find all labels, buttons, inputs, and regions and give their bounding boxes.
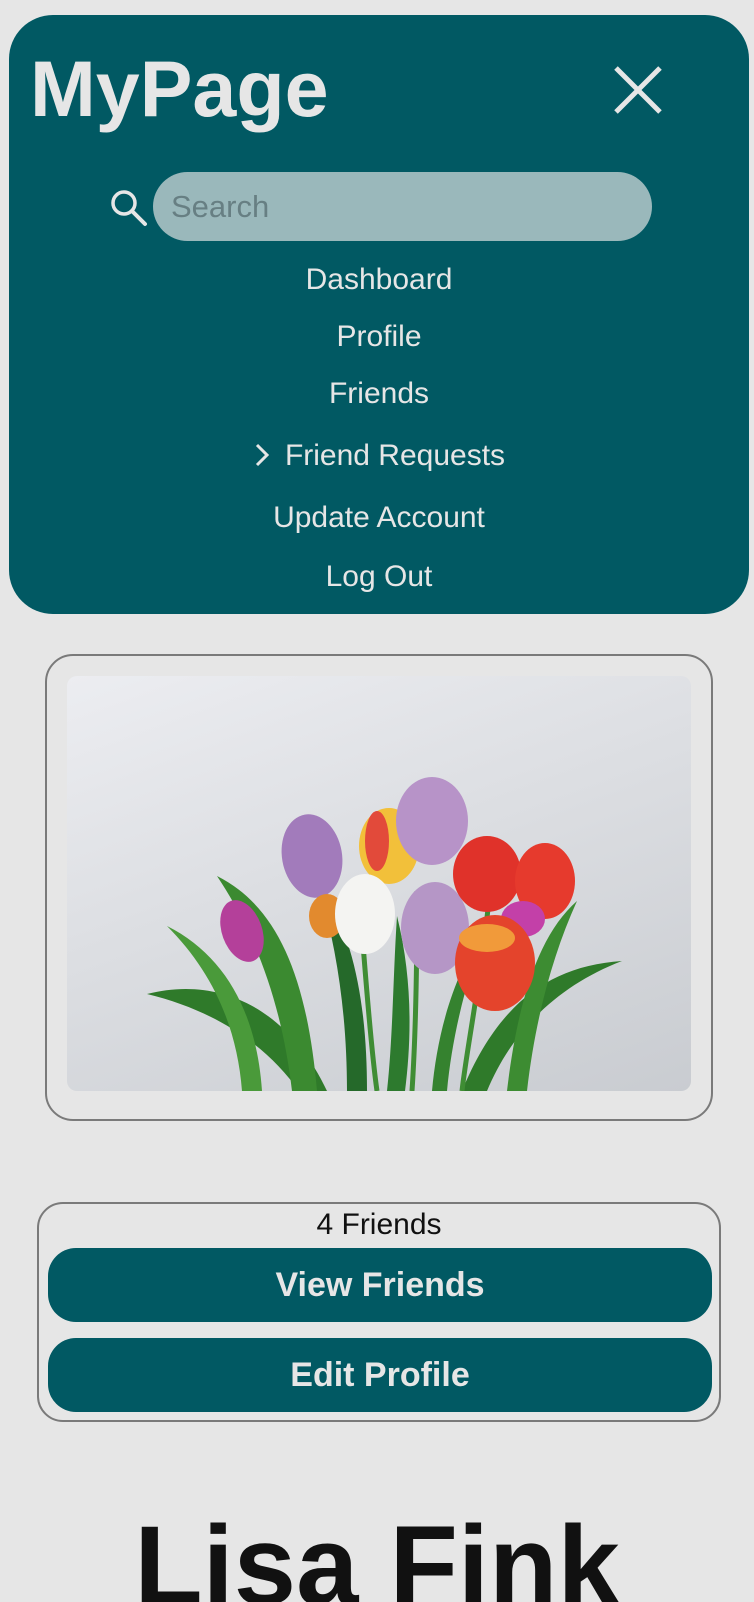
nav-item-friends[interactable]: Friends [9, 379, 749, 409]
profile-photo [67, 676, 691, 1091]
user-name: Lisa Fink [134, 1503, 620, 1602]
search-icon[interactable] [109, 188, 149, 228]
nav-panel: MyPage Dashboard Profile Friends Friend … [9, 15, 749, 614]
tulip-bouquet-image [147, 777, 622, 1091]
brand-title: MyPage [30, 44, 329, 133]
view-friends-button[interactable]: View Friends [48, 1248, 712, 1322]
friends-count: 4 Friends [316, 1208, 442, 1241]
nav-item-update-account[interactable]: Update Account [9, 503, 749, 533]
nav-item-log-out[interactable]: Log Out [9, 562, 749, 592]
friends-card: 4 Friends View Friends Edit Profile [37, 1202, 721, 1422]
search-input[interactable] [153, 172, 652, 241]
nav-item-friend-requests-label: Friend Requests [284, 439, 506, 472]
close-icon [614, 66, 662, 114]
profile-photo-card [45, 654, 713, 1121]
close-menu-button[interactable] [613, 65, 663, 115]
chevron-right-icon [253, 442, 271, 468]
nav-item-profile[interactable]: Profile [9, 322, 749, 352]
nav-item-friend-requests[interactable]: Friend Requests [9, 441, 749, 471]
edit-profile-button[interactable]: Edit Profile [48, 1338, 712, 1412]
nav-item-dashboard[interactable]: Dashboard [9, 265, 749, 295]
